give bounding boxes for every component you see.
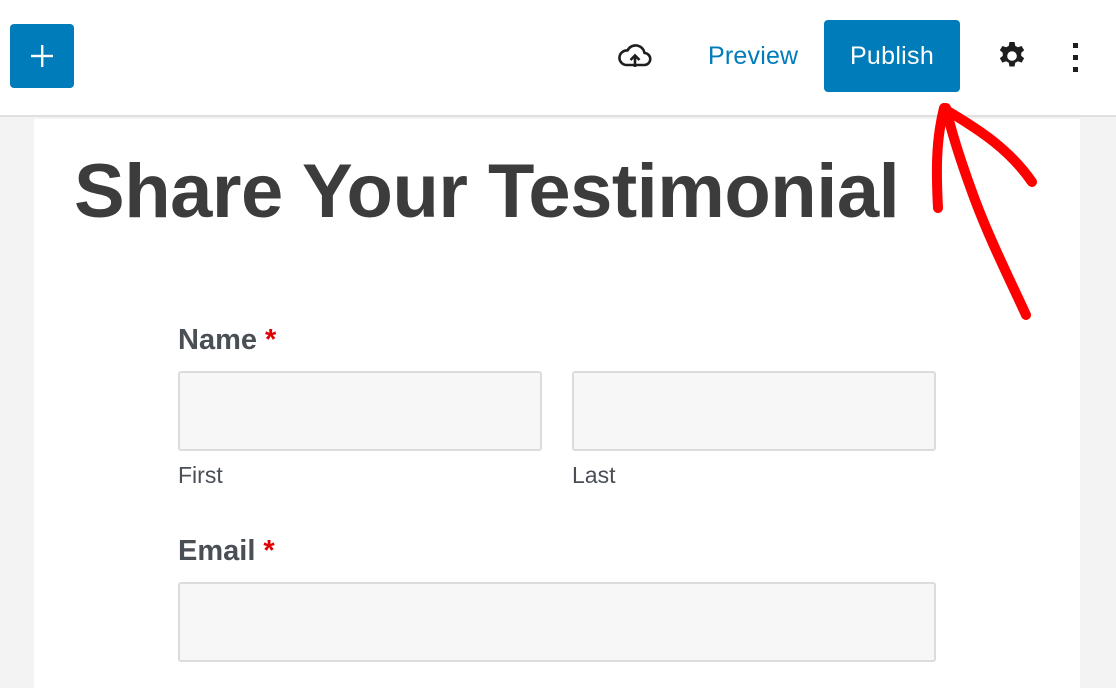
email-field-label: Email *: [178, 535, 275, 568]
save-draft-button[interactable]: [617, 40, 653, 72]
page-title[interactable]: Share Your Testimonial: [74, 148, 900, 235]
required-marker: *: [263, 535, 275, 567]
email-label-text: Email: [178, 535, 256, 567]
add-block-button[interactable]: [10, 24, 74, 88]
plus-icon: [31, 45, 53, 67]
first-name-sublabel: First: [178, 462, 223, 488]
options-menu-button[interactable]: [1066, 40, 1086, 74]
vertical-ellipsis-icon: [1073, 55, 1078, 60]
vertical-ellipsis-icon: [1073, 67, 1078, 72]
preview-button[interactable]: Preview: [708, 42, 798, 71]
last-name-sublabel: Last: [572, 462, 616, 488]
first-name-input[interactable]: [178, 371, 542, 451]
gear-icon: [999, 42, 1025, 67]
email-input[interactable]: [178, 582, 936, 662]
cloud-upload-icon: [618, 44, 652, 67]
name-label-text: Name: [178, 324, 257, 356]
vertical-ellipsis-icon: [1073, 43, 1078, 48]
publish-button[interactable]: Publish: [824, 20, 960, 92]
editor-toolbar: Preview Publish: [0, 0, 1116, 117]
settings-button[interactable]: [994, 38, 1030, 74]
name-field-label: Name *: [178, 324, 276, 357]
last-name-input[interactable]: [572, 371, 936, 451]
required-marker: *: [265, 324, 277, 356]
